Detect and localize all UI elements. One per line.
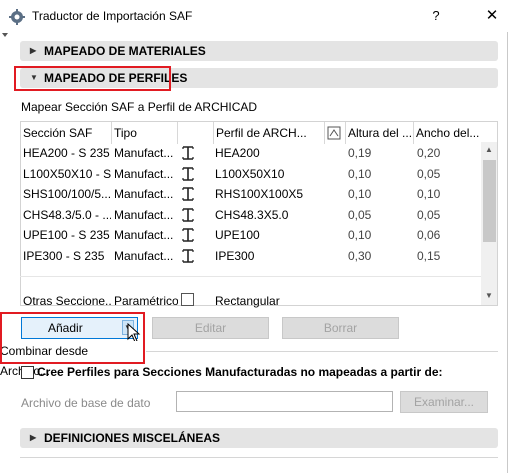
window-border <box>507 32 508 473</box>
gear-app-icon <box>9 9 25 25</box>
section-materials[interactable]: ▶ MAPEADO DE MATERIALES <box>20 41 498 61</box>
cell-type: Manufact... <box>114 166 174 181</box>
cell-profile: UPE100 <box>215 228 260 243</box>
i-beam-icon <box>181 228 197 244</box>
window-title: Traductor de Importación SAF <box>32 9 193 23</box>
col-header-type[interactable]: Tipo <box>112 122 178 144</box>
cell-height: 0,10 <box>348 187 372 202</box>
scroll-down-icon[interactable]: ▼ <box>481 291 497 300</box>
table-row[interactable]: L100X50X10 - S...Manufact... L100X50X10 0,… <box>20 164 481 184</box>
cell-type: Manufact... <box>114 187 174 202</box>
cell-section: HEA200 - S 235 <box>23 146 110 160</box>
cell-profile: L100X50X10 <box>215 166 285 181</box>
cell-type: Manufact... <box>114 249 174 263</box>
cell-profile: CHS48.3X5.0 <box>215 207 289 222</box>
browse-button[interactable]: Examinar... <box>400 391 488 413</box>
i-beam-icon <box>181 166 197 183</box>
collapse-marker-icon <box>2 33 8 37</box>
profiles-subtitle: Mapear Sección SAF a Perfil de ARCHICAD <box>21 100 258 114</box>
i-beam-icon <box>181 249 197 265</box>
col-header-section[interactable]: Sección SAF <box>21 122 112 144</box>
col-header-height[interactable]: Altura del ... <box>346 122 414 144</box>
cell-profile: HEA200 <box>215 146 260 160</box>
create-profiles-label: Cree Perfiles para Secciones Manufactura… <box>37 365 443 379</box>
col-header-icon[interactable] <box>178 122 214 144</box>
cell-type: Manufact... <box>114 207 174 222</box>
table-row[interactable]: SHS100/100/5.... Manufact... RHS100X100X5 0… <box>20 184 481 204</box>
highlight-box <box>0 312 145 364</box>
other-row-section[interactable]: Otras Seccione... <box>23 291 111 311</box>
cell-width: 0,05 <box>417 166 441 181</box>
chevron-right-icon: ▶ <box>30 433 37 442</box>
cell-section: UPE100 - S 235 <box>23 228 110 243</box>
cell-width: 0,20 <box>417 146 441 160</box>
section-shape-icon <box>327 126 341 143</box>
cell-height: 0,10 <box>348 228 372 243</box>
cell-section: IPE300 - S 235 <box>23 249 105 263</box>
table-row[interactable]: HEA200 - S 235 Manufact... HEA200 0,19 0,20 <box>20 143 481 163</box>
database-file-label: Archivo de base de dato <box>21 396 151 410</box>
close-button[interactable]: ✕ <box>480 5 504 27</box>
cell-width: 0,15 <box>417 249 441 263</box>
cell-width: 0,05 <box>417 207 441 222</box>
cell-width: 0,06 <box>417 228 441 243</box>
section-misc[interactable]: ▶ DEFINICIONES MISCELÁNEAS <box>20 428 498 448</box>
i-beam-icon <box>181 187 197 203</box>
cell-height: 0,19 <box>348 146 372 160</box>
cell-section: SHS100/100/5.... <box>23 187 111 202</box>
table-row[interactable]: IPE300 - S 235 Manufact... IPE300 0,30 0,15 <box>20 246 481 266</box>
help-button[interactable]: ? <box>424 5 448 27</box>
table-row[interactable]: UPE100 - S 235 Manufact... UPE100 0,10 0,06 <box>20 225 481 245</box>
delete-button[interactable]: Borrar <box>282 317 399 339</box>
other-row-profile[interactable]: Rectangular <box>215 291 315 311</box>
col-header-width[interactable]: Ancho del... <box>414 122 481 144</box>
section-materials-label: MAPEADO DE MATERIALES <box>44 44 206 58</box>
section-misc-label: DEFINICIONES MISCELÁNEAS <box>44 431 221 445</box>
table-row[interactable]: CHS48.3/5.0 - ... Manufact... CHS48.3X5.0 0… <box>20 205 481 225</box>
cell-profile: RHS100X100X5 <box>215 187 304 202</box>
i-beam-icon <box>181 146 197 162</box>
highlight-box <box>14 66 171 91</box>
col-header-profile[interactable]: Perfil de ARCH... <box>214 122 325 144</box>
separator <box>20 457 498 458</box>
row-separator <box>20 276 481 277</box>
cell-section: CHS48.3/5.0 - ... <box>23 207 111 222</box>
cell-height: 0,05 <box>348 207 372 222</box>
cell-type: Manufact... <box>114 146 174 160</box>
col-header-shape[interactable] <box>325 122 346 144</box>
separator <box>146 351 498 352</box>
chevron-right-icon: ▶ <box>30 46 37 55</box>
cell-width: 0,10 <box>417 187 441 202</box>
scroll-up-icon[interactable]: ▲ <box>481 145 497 154</box>
edit-button[interactable]: Editar <box>152 317 269 339</box>
database-file-input[interactable] <box>176 391 393 412</box>
cell-height: 0,10 <box>348 166 372 181</box>
cell-profile: IPE300 <box>215 249 255 263</box>
create-profiles-checkbox[interactable] <box>21 366 34 379</box>
cell-height: 0,30 <box>348 249 372 263</box>
scrollbar-thumb[interactable] <box>483 160 496 242</box>
other-row-type[interactable]: Paramétrico <box>114 291 178 311</box>
cell-type: Manufact... <box>114 228 174 243</box>
cell-section: L100X50X10 - S... <box>23 166 111 181</box>
other-row-shape-swatch <box>181 293 194 306</box>
i-beam-icon <box>181 207 197 224</box>
